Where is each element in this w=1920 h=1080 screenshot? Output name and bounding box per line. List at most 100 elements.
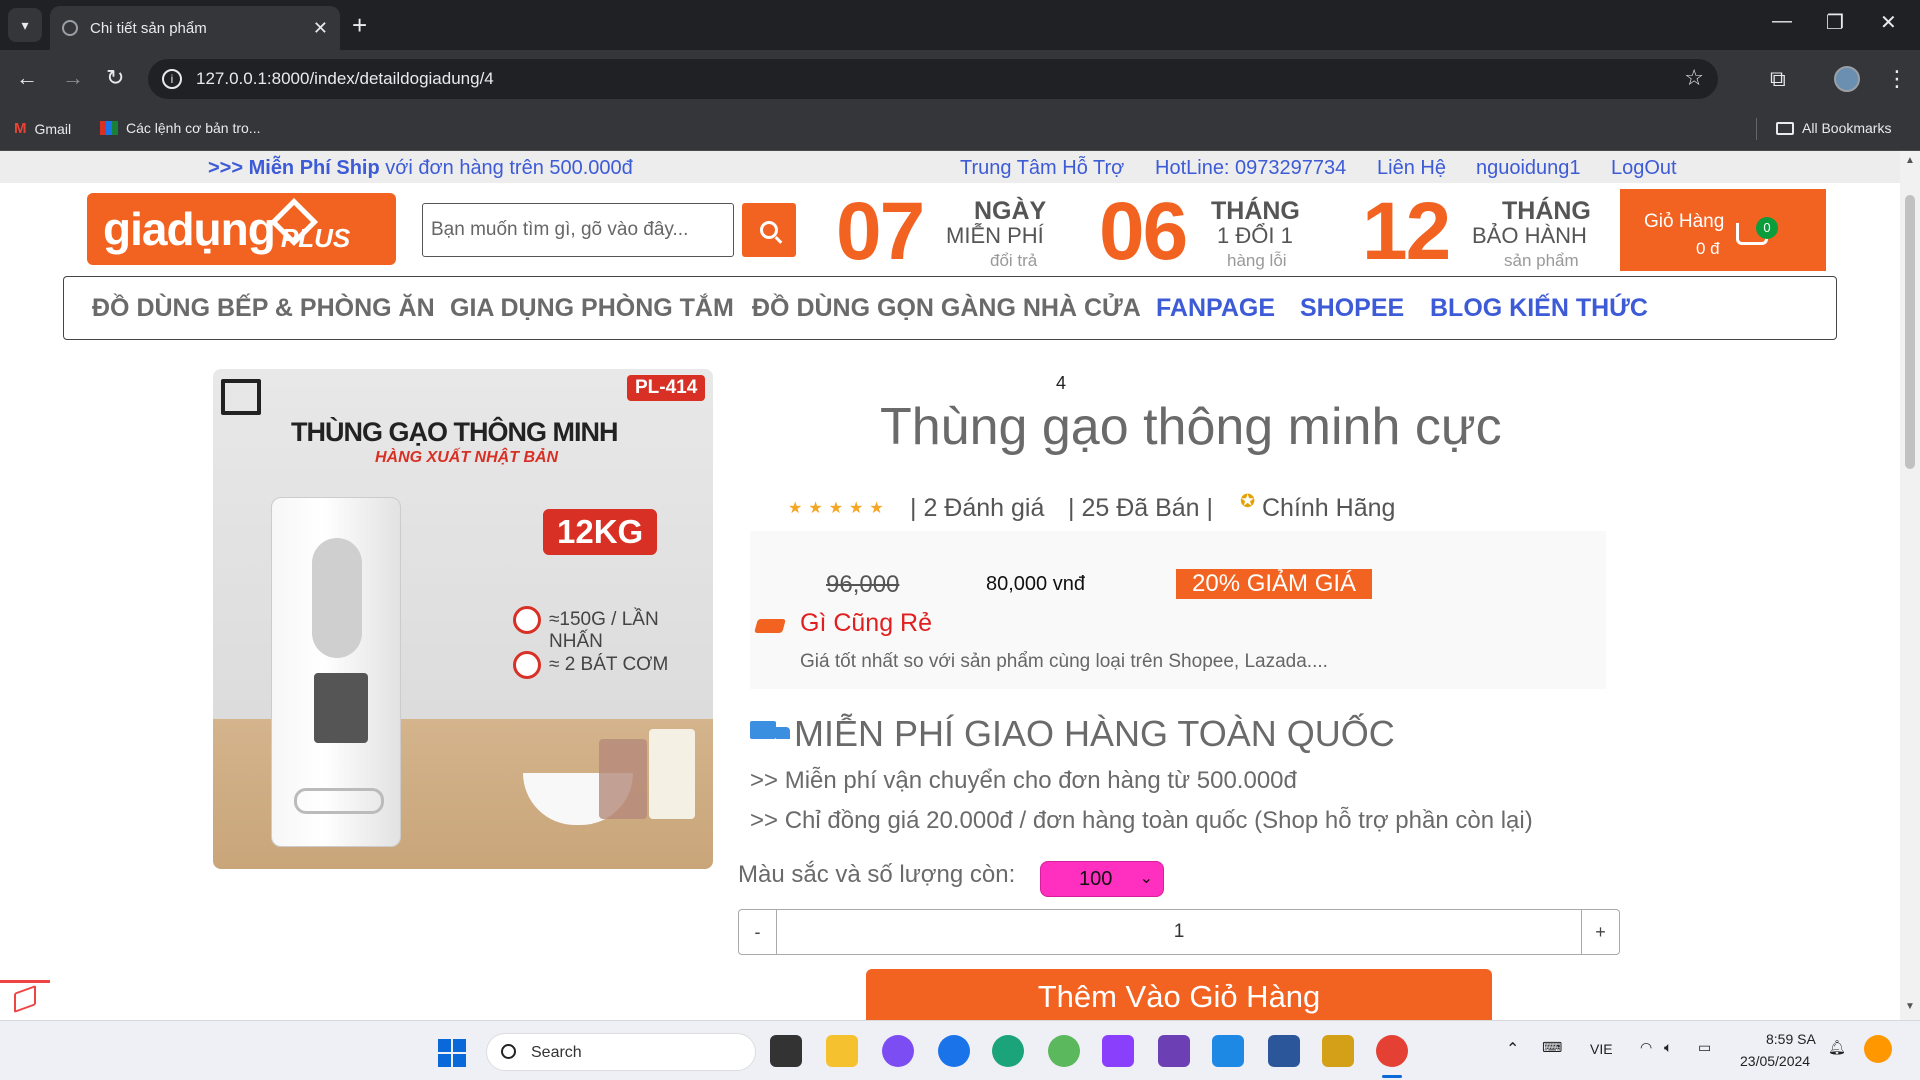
page-scrollbar[interactable]: ▲ ▼	[1900, 151, 1920, 1020]
dispense-icon	[513, 606, 541, 634]
messenger-icon[interactable]	[882, 1035, 914, 1067]
scroll-down-icon[interactable]: ▼	[1905, 1001, 1915, 1012]
quantity-increase-button[interactable]: +	[1581, 910, 1619, 954]
keyboard-icon[interactable]: ⌨	[1542, 1039, 1562, 1056]
new-tab-button[interactable]: +	[352, 12, 367, 38]
minimize-icon[interactable]: —	[1772, 10, 1792, 33]
promo-prefix: >>> Miễn Phí Ship	[208, 157, 380, 179]
task-view-icon[interactable]	[770, 1035, 802, 1067]
feature-line2: MIỄN PHÍ	[946, 223, 1044, 248]
file-explorer-icon[interactable]	[826, 1035, 858, 1067]
color-stock-label: Màu sắc và số lượng còn:	[738, 861, 1016, 888]
taskbar-search-label: Search	[531, 1044, 582, 1061]
chrome-icon[interactable]	[1376, 1035, 1408, 1067]
color-stock-select[interactable]: 100 ⌄	[1040, 861, 1164, 897]
logout-link[interactable]: LogOut	[1611, 157, 1677, 180]
tab-search-button[interactable]: ▾	[8, 8, 42, 42]
free-ship-promo: >>> Miễn Phí Ship với đơn hàng trên 500.…	[208, 157, 633, 180]
nav-item-bathroom[interactable]: GIA DỤNG PHÒNG TẮM	[450, 294, 734, 323]
bowl-icon	[513, 651, 541, 679]
battery-icon[interactable]: ▭	[1698, 1039, 1711, 1056]
forward-icon[interactable]: →	[62, 64, 84, 92]
sold-count: | 25 Đã Bán |	[1068, 494, 1214, 522]
username-link[interactable]: nguoidung1	[1476, 157, 1581, 180]
extensions-icon[interactable]: ⧉	[1770, 66, 1786, 92]
taskbar-search[interactable]: Search	[486, 1033, 756, 1071]
image-subheadline: HÀNG XUẤT NHẬT BẢN	[375, 449, 559, 466]
bookmarks-divider	[1756, 118, 1757, 140]
capacity-badge: 12KG	[543, 509, 658, 555]
address-bar[interactable]: i 127.0.0.1:8000/index/detaildogiadung/4…	[148, 59, 1718, 99]
debugbar-toggle[interactable]	[0, 980, 50, 1020]
nav-item-kitchen[interactable]: ĐỒ DÙNG BẾP & PHÒNG ĂN	[92, 294, 435, 323]
snipping-tool-icon[interactable]	[1322, 1035, 1354, 1067]
game-app-icon[interactable]	[1102, 1035, 1134, 1067]
cart-button[interactable]: Giỏ Hàng 0 đ 0	[1620, 189, 1826, 271]
discount-badge: 20% GIẢM GIÁ	[1176, 569, 1373, 599]
show-hidden-icons[interactable]: ⌃	[1506, 1039, 1519, 1059]
nav-item-shopee[interactable]: SHOPEE	[1300, 294, 1404, 323]
all-bookmarks-button[interactable]: All Bookmarks	[1776, 120, 1891, 136]
bookmark-star-icon[interactable]: ☆	[1684, 65, 1704, 91]
notification-bell-icon[interactable]: 🔔︎	[1828, 1039, 1846, 1056]
scrollbar-thumb[interactable]	[1905, 195, 1915, 469]
nav-item-blog[interactable]: BLOG KIẾN THỨC	[1430, 294, 1648, 323]
scroll-up-icon[interactable]: ▲	[1905, 155, 1915, 166]
browser-tab-active[interactable]: Chi tiết sản phẩm ✕	[50, 6, 340, 50]
site-info-icon[interactable]: i	[162, 69, 182, 89]
nav-item-home-organizing[interactable]: ĐỒ DÙNG GỌN GÀNG NHÀ CỬA	[752, 294, 1141, 323]
visual-studio-icon[interactable]	[1158, 1035, 1190, 1067]
vscode-icon[interactable]	[1212, 1035, 1244, 1067]
close-tab-icon[interactable]: ✕	[313, 18, 328, 39]
profile-avatar[interactable]	[1834, 66, 1860, 92]
restore-icon[interactable]: ❐	[1826, 10, 1844, 35]
search-button[interactable]	[742, 203, 796, 257]
feature-line2: BẢO HÀNH	[1472, 223, 1587, 248]
menu-kebab-icon[interactable]: ⋮	[1886, 66, 1908, 92]
add-to-cart-button[interactable]: Thêm Vào Giỏ Hàng	[866, 969, 1492, 1020]
bookmark-commands[interactable]: Các lệnh cơ bản tro...	[100, 120, 260, 136]
bookmark-label: Gmail	[34, 120, 72, 137]
search-icon	[760, 221, 778, 239]
bookmark-gmail[interactable]: M Gmail	[14, 120, 71, 137]
cheap-title: Gì Cũng Rẻ	[800, 609, 933, 637]
hotline-link[interactable]: HotLine: 0973297734	[1155, 157, 1346, 180]
zalo-icon[interactable]	[938, 1035, 970, 1067]
promo-suffix: với đơn hàng trên 500.000đ	[385, 157, 633, 179]
search-input[interactable]	[422, 203, 734, 257]
edge-icon[interactable]	[992, 1035, 1024, 1067]
quantity-stepper: - 1 +	[738, 909, 1620, 955]
clock-time[interactable]: 8:59 SA	[1766, 1031, 1816, 1047]
rice-bin-illustration	[271, 497, 401, 847]
windows-taskbar: Search ⌃ ⌨ VIE ◠ 🔈︎ ▭ 8:59 SA 23/05/2024…	[0, 1020, 1920, 1080]
support-center-link[interactable]: Trung Tâm Hỗ Trợ	[960, 157, 1124, 180]
quantity-input[interactable]: 1	[777, 910, 1581, 954]
review-count: | 2 Đánh giá	[910, 494, 1045, 522]
word-icon[interactable]	[1268, 1035, 1300, 1067]
page-favicon-icon	[62, 20, 78, 36]
feature-number: 12	[1362, 186, 1451, 277]
reload-icon[interactable]: ↻	[106, 64, 124, 92]
feature-line1: THÁNG	[1211, 197, 1300, 225]
old-price: 96,000	[826, 571, 900, 598]
feature-number: 07	[836, 186, 925, 277]
volume-icon[interactable]: 🔈︎	[1664, 1039, 1672, 1056]
feature-line2: 1 ĐỔI 1	[1217, 223, 1293, 248]
back-icon[interactable]: ←	[16, 64, 38, 92]
wifi-icon[interactable]: ◠	[1640, 1039, 1652, 1056]
close-window-icon[interactable]: ✕	[1880, 10, 1897, 35]
copilot-icon[interactable]	[1864, 1035, 1892, 1063]
start-button[interactable]	[438, 1039, 466, 1067]
chrome-canary-icon[interactable]	[1048, 1035, 1080, 1067]
price-tag-icon	[754, 619, 786, 633]
clock-date[interactable]: 23/05/2024	[1740, 1053, 1810, 1069]
nav-item-fanpage[interactable]: FANPAGE	[1156, 294, 1275, 323]
url-text: 127.0.0.1:8000/index/detaildogiadung/4	[196, 69, 494, 88]
product-image: PL-414 THÙNG GẠO THÔNG MINH HÀNG XUẤT NH…	[213, 369, 713, 869]
site-logo[interactable]: giadụng PLUS	[87, 193, 396, 265]
quantity-decrease-button[interactable]: -	[739, 910, 777, 954]
sale-price: 80,000 vnđ	[986, 573, 1085, 595]
contact-link[interactable]: Liên Hệ	[1377, 157, 1446, 180]
language-indicator[interactable]: VIE	[1590, 1041, 1613, 1057]
color-stock-value: 100	[1079, 868, 1113, 890]
